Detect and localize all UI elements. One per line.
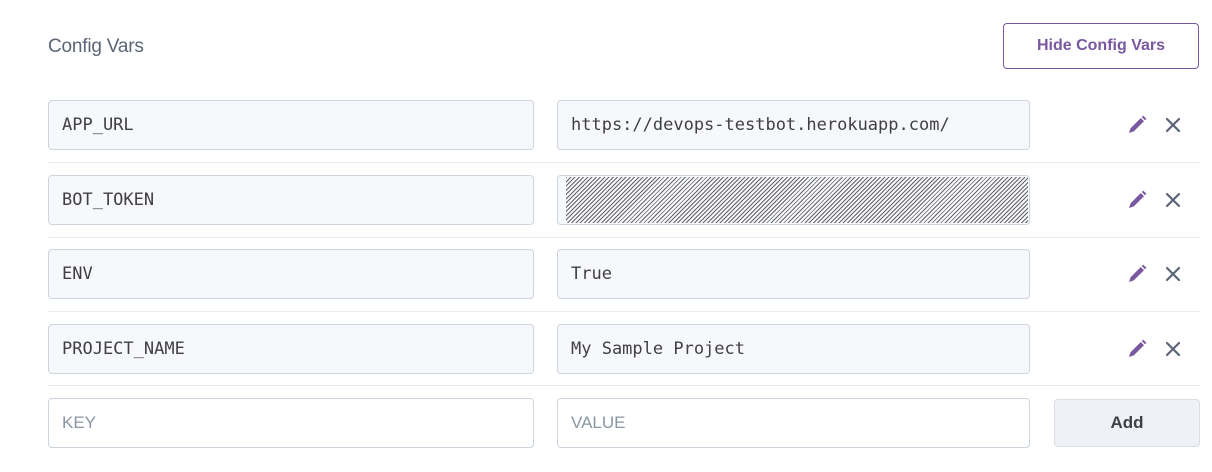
row-divider [48,162,1200,163]
pencil-icon[interactable] [1126,338,1148,360]
config-var-key-field[interactable]: ENV [48,249,534,299]
pencil-icon[interactable] [1126,189,1148,211]
config-var-value-text: https://devops-testbot.herokuapp.com/ [571,115,950,135]
close-icon[interactable] [1162,114,1184,136]
row-divider [48,385,1200,386]
close-icon[interactable] [1162,189,1184,211]
close-icon[interactable] [1162,263,1184,285]
new-key-input[interactable]: KEY [48,398,534,448]
config-var-value-field-masked[interactable] [557,175,1030,225]
row-divider [48,237,1200,238]
pencil-icon[interactable] [1126,114,1148,136]
config-vars-panel: Config Vars Hide Config Vars APP_URL htt… [0,0,1212,472]
config-var-key-text: BOT_TOKEN [62,190,155,210]
config-var-row: PROJECT_NAME My Sample Project [48,324,1200,374]
hide-config-vars-button[interactable]: Hide Config Vars [1003,23,1199,69]
config-var-key-field[interactable]: APP_URL [48,100,534,150]
row-actions [1126,324,1200,374]
config-var-value-field[interactable]: True [557,249,1030,299]
masked-value-pattern [566,177,1028,223]
new-key-placeholder: KEY [62,413,97,432]
config-var-row: APP_URL https://devops-testbot.herokuapp… [48,100,1200,150]
config-vars-title: Config Vars [48,36,144,57]
row-actions [1126,100,1200,150]
config-var-value-text: True [571,264,612,284]
pencil-icon[interactable] [1126,263,1148,285]
config-var-value-text: My Sample Project [571,339,745,359]
config-var-row: ENV True [48,249,1200,299]
row-actions [1126,249,1200,299]
config-var-key-text: APP_URL [62,115,134,135]
new-config-var-row: KEY VALUE Add [48,398,1200,448]
config-var-key-field[interactable]: BOT_TOKEN [48,175,534,225]
config-var-key-field[interactable]: PROJECT_NAME [48,324,534,374]
row-divider [48,311,1200,312]
new-value-input[interactable]: VALUE [557,398,1030,448]
config-var-value-field[interactable]: My Sample Project [557,324,1030,374]
config-var-row: BOT_TOKEN [48,175,1200,225]
row-actions [1126,175,1200,225]
config-var-key-text: ENV [62,264,93,284]
new-value-placeholder: VALUE [571,413,626,432]
close-icon[interactable] [1162,338,1184,360]
add-button[interactable]: Add [1054,399,1200,447]
config-var-value-field[interactable]: https://devops-testbot.herokuapp.com/ [557,100,1030,150]
config-var-key-text: PROJECT_NAME [62,339,185,359]
